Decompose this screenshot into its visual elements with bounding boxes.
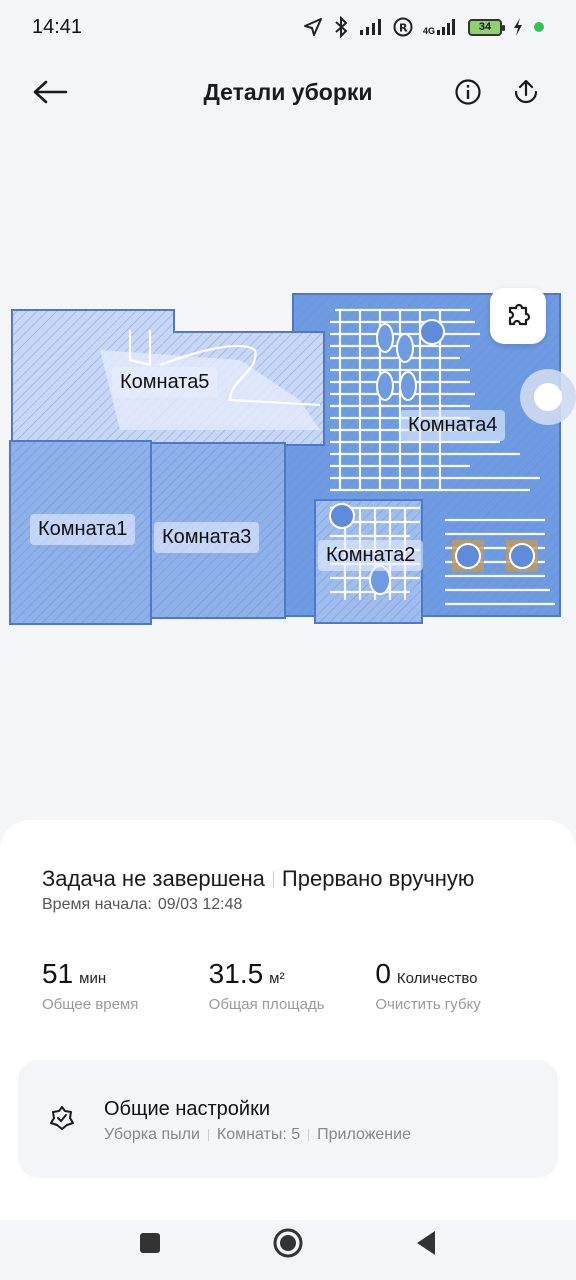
back-triangle-icon [417,1231,435,1255]
home-circle-icon [273,1228,303,1258]
system-nav-bar [0,1206,576,1280]
start-time: Время начала: 09/03 12:48 [42,896,242,914]
stat-value: 51 [42,958,74,989]
signal-4g-icon [437,19,455,35]
task-status: Задача не завершена Прервано вручную [42,866,474,892]
stat-unit: Количество [396,970,478,987]
settings-rooms: Комнаты: 5 [216,1126,301,1143]
divider [272,871,274,887]
svg-text:R: R [399,22,408,35]
status-bar: 14:41 R 4G 34 [0,0,576,54]
map-canvas [9,293,576,625]
status-icons: R 4G 34 [303,16,544,38]
stats-row: 51 мин Общее время 31.5 м² Общая площадь 0… [42,958,542,1013]
recents-square-icon [140,1233,160,1253]
stat-unit: мин [79,970,107,987]
general-settings-card[interactable]: Общие настройки Уборка пыли Комнаты: 5 П… [18,1060,558,1178]
details-sheet: Задача не завершена Прервано вручную Вре… [0,820,576,1220]
start-time-label: Время начала: [42,896,152,913]
stat-total-time: 51 мин Общее время [42,958,209,1013]
info-icon [455,79,481,105]
puzzle-edit-icon [508,303,531,326]
cleaning-map[interactable]: Комната5 Комната1 Комната3 Комната4 Комн… [0,130,576,820]
divider [308,1129,310,1141]
home-button[interactable] [268,1223,308,1263]
bluetooth-icon [335,16,348,38]
dot-icon [534,22,544,32]
back-nav-button[interactable] [406,1223,446,1263]
settings-source: Приложение [317,1126,411,1143]
back-button[interactable] [28,70,72,114]
room-label-5[interactable]: Комната5 [112,367,218,398]
header: Детали уборки [0,58,576,126]
settings-title: Общие настройки [104,1098,270,1120]
stat-label: Общее время [42,996,139,1013]
map-edit-button[interactable] [490,288,546,344]
dock-icon [520,369,576,425]
room-label-1[interactable]: Комната1 [30,514,136,545]
info-button[interactable] [446,70,490,114]
signal-icon [359,19,381,35]
network-type: 4G [422,26,435,36]
stat-label: Общая площадь [208,996,325,1013]
cleaning-settings-icon [50,1106,74,1130]
divider [207,1129,209,1141]
status-time: 14:41 [32,15,83,38]
task-status-text: Задача не завершена [42,866,265,891]
back-arrow-icon [33,80,68,104]
share-button[interactable] [504,70,548,114]
settings-details: Уборка пыли Комнаты: 5 Приложение [104,1126,411,1144]
battery-icon: 34 [468,18,505,36]
battery-level: 34 [478,21,492,33]
stat-sponge: 0 Количество Очистить губку [375,958,542,1013]
location-icon [303,18,322,36]
room-label-2[interactable]: Комната2 [318,540,424,571]
stat-value: 31.5 [208,958,264,989]
stat-label: Очистить губку [375,996,481,1013]
recents-button[interactable] [130,1223,170,1263]
start-time-value: 09/03 12:48 [157,896,243,913]
task-reason-text: Прервано вручную [281,866,475,891]
room-label-3[interactable]: Комната3 [154,522,260,553]
room-label-4[interactable]: Комната4 [400,410,506,441]
roaming-icon: R [393,17,413,37]
stat-total-area: 31.5 м² Общая площадь [209,958,376,1013]
charging-icon [514,18,522,36]
stat-value: 0 [375,958,391,989]
stat-unit: м² [269,970,285,987]
settings-mode: Уборка пыли [104,1126,200,1143]
share-icon [514,79,538,104]
